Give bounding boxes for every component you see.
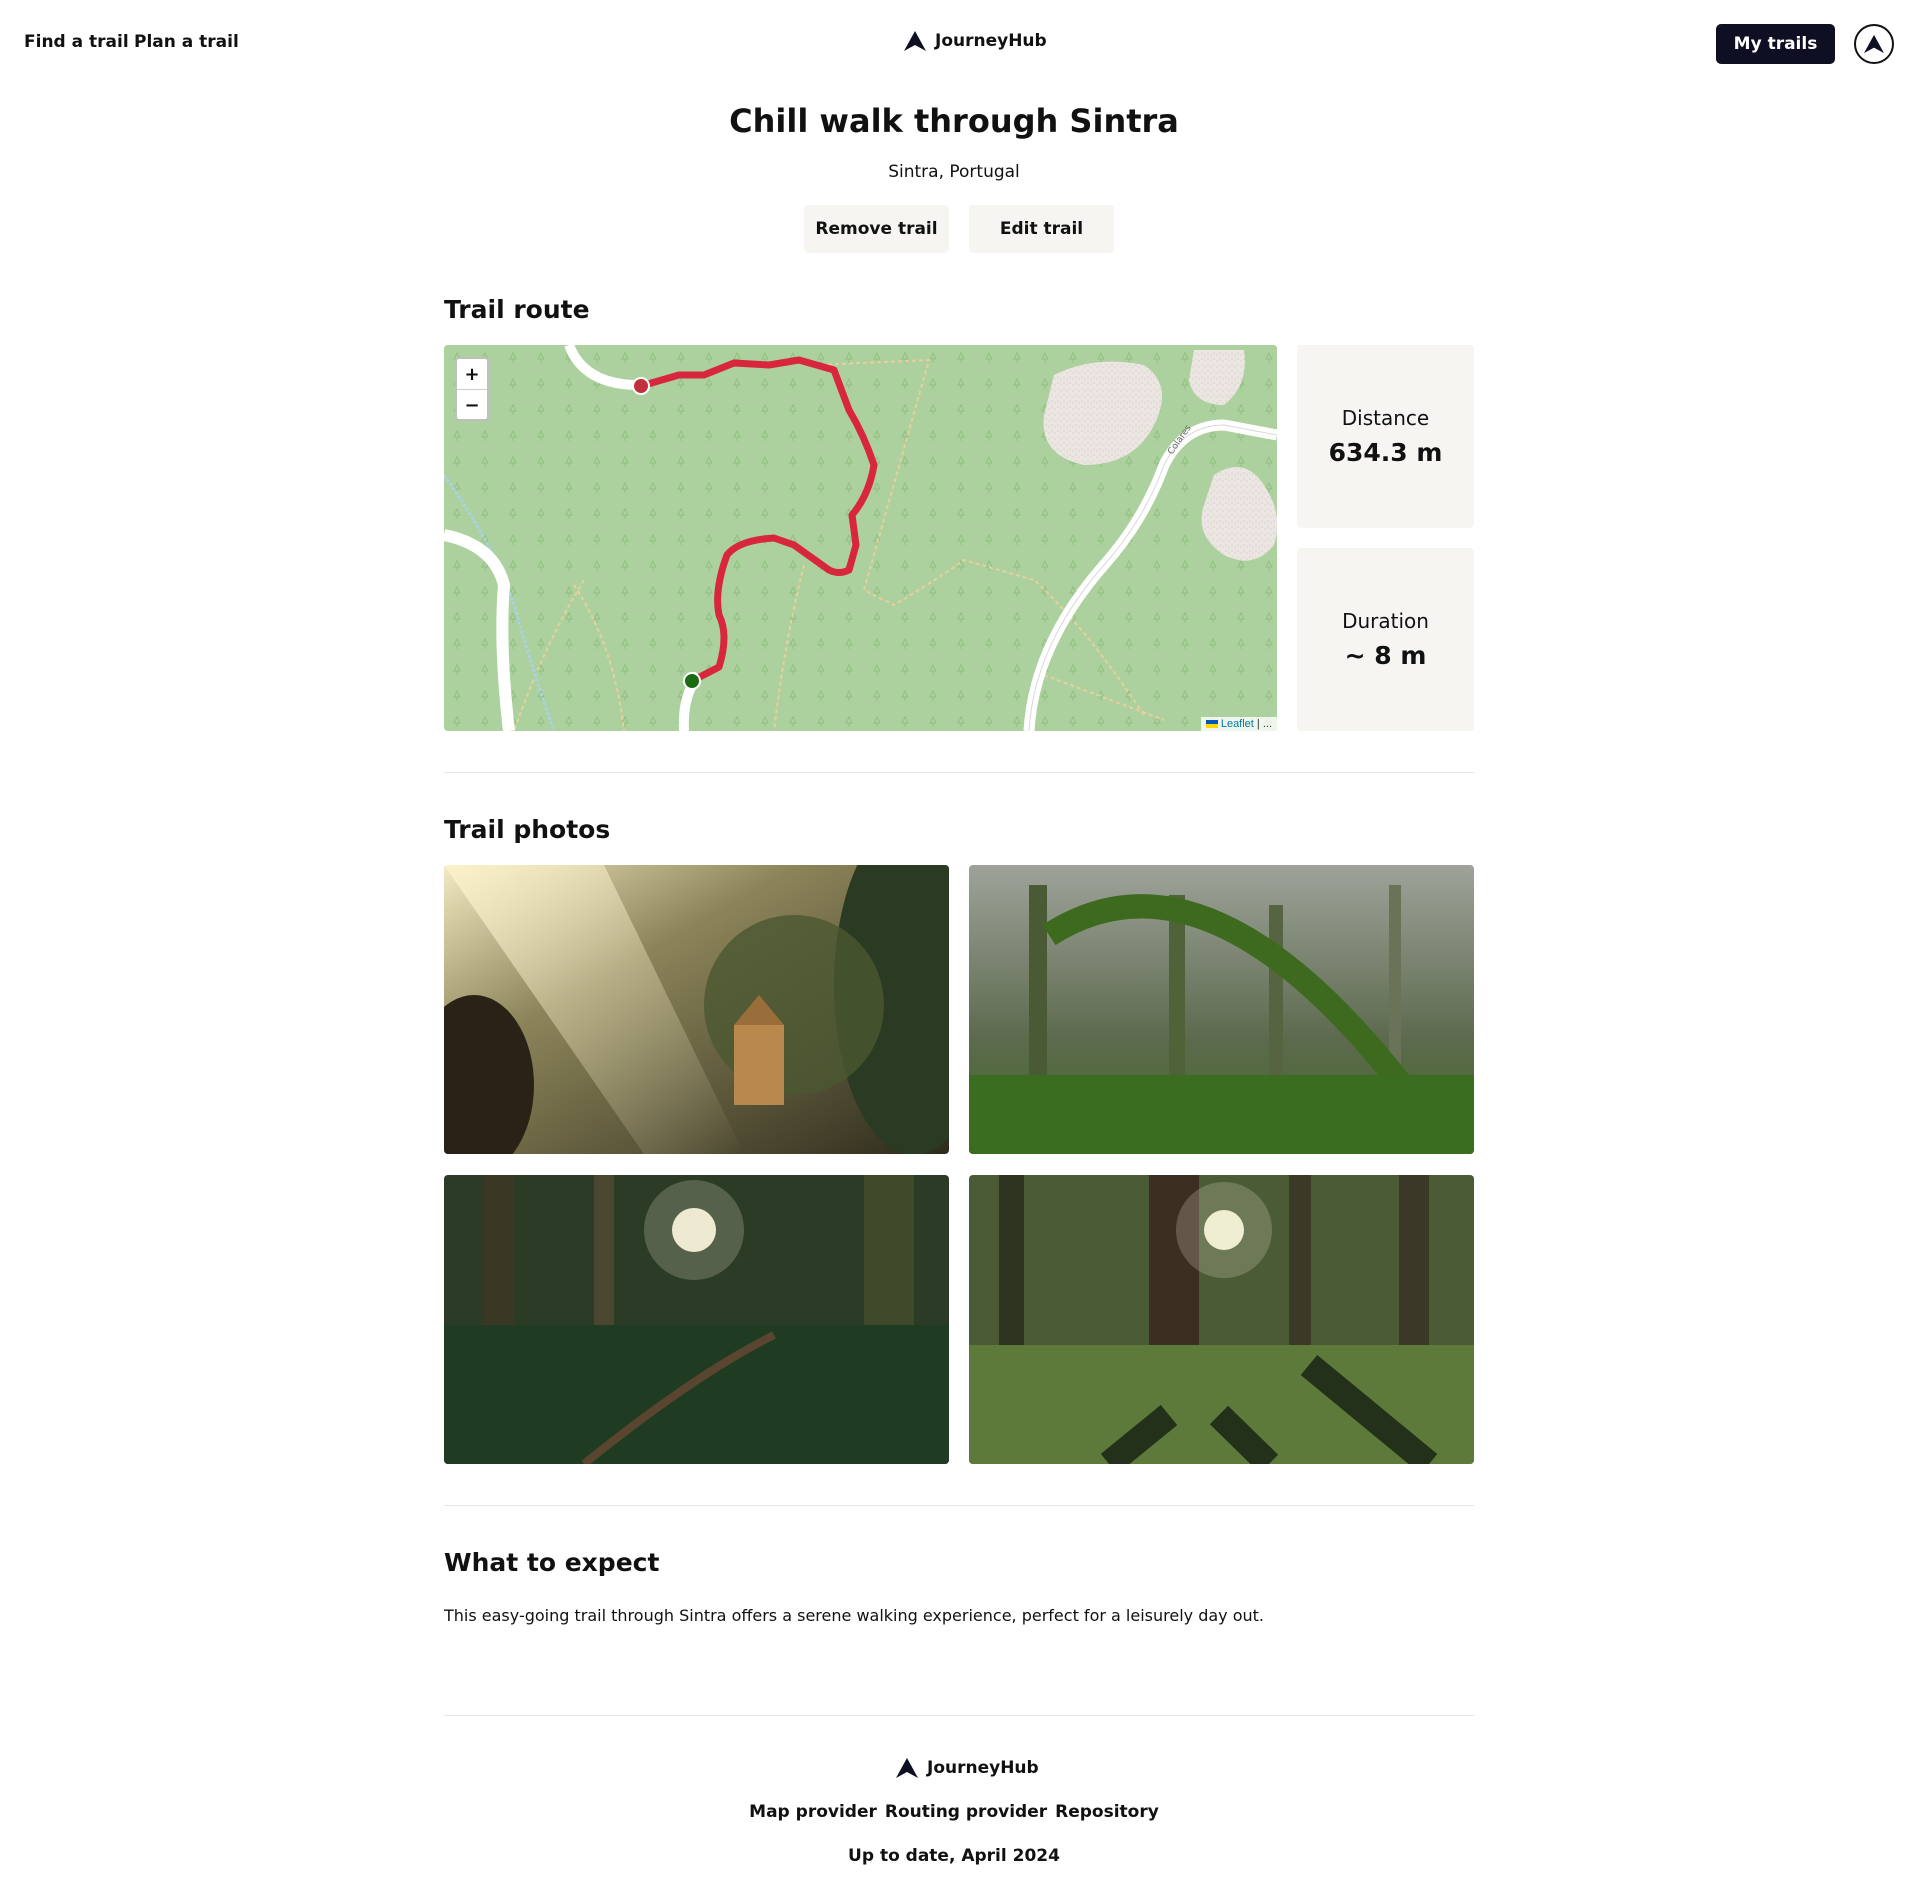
duration-value: ~ 8 m — [1344, 641, 1427, 670]
trail-route-heading: Trail route — [444, 295, 590, 324]
mountain-logo-icon — [896, 1758, 918, 1778]
duration-label: Duration — [1342, 609, 1429, 633]
trail-photos-heading: Trail photos — [444, 815, 611, 844]
zoom-out-button[interactable]: − — [457, 390, 487, 420]
trail-description: This easy-going trail through Sintra off… — [444, 1606, 1264, 1625]
footer-links: Map provider Routing provider Repository — [0, 1802, 1908, 1822]
ukraine-flag-icon — [1205, 720, 1218, 729]
my-trails-button[interactable]: My trails — [1716, 24, 1835, 64]
distance-value: 634.3 m — [1328, 438, 1443, 467]
brand-logo[interactable]: JourneyHub — [903, 30, 1047, 52]
map-tiles: Colares — [444, 345, 1277, 731]
ivy-arch-forest-photo[interactable] — [969, 865, 1474, 1154]
sunlit-palace-forest-photo[interactable] — [444, 865, 949, 1154]
trail-location: Sintra, Portugal — [888, 162, 1020, 182]
map-provider-link[interactable]: Map provider — [749, 1802, 877, 1822]
map-attribution: Leaflet | ... — [1200, 717, 1277, 731]
forest-shadows-sunburst-photo[interactable] — [969, 1175, 1474, 1464]
mountain-logo-icon — [1864, 34, 1884, 54]
nav-find-a-trail[interactable]: Find a trail — [24, 32, 129, 52]
zoom-in-button[interactable]: + — [457, 359, 487, 390]
duration-card: Duration ~ 8 m — [1297, 548, 1474, 731]
section-divider — [444, 1505, 1474, 1506]
end-marker[interactable] — [632, 377, 650, 395]
routing-provider-link[interactable]: Routing provider — [885, 1802, 1047, 1822]
page-title: Chill walk through Sintra — [729, 102, 1179, 140]
leaflet-link[interactable]: Leaflet — [1221, 718, 1254, 730]
distance-label: Distance — [1341, 406, 1430, 430]
nav-plan-a-trail[interactable]: Plan a trail — [134, 32, 239, 52]
edit-trail-button[interactable]: Edit trail — [969, 205, 1114, 253]
repository-link[interactable]: Repository — [1055, 1802, 1159, 1822]
footer-brand[interactable]: JourneyHub — [895, 1757, 1039, 1779]
mountain-logo-icon — [904, 31, 926, 51]
trail-map[interactable]: Colares + − Leaflet | ... — [444, 345, 1277, 731]
footer-divider — [444, 1715, 1474, 1716]
start-marker[interactable] — [683, 672, 701, 690]
attribution-ellipsis: | ... — [1253, 718, 1272, 730]
zoom-control: + − — [455, 357, 489, 421]
forest-path-sunburst-photo[interactable] — [444, 1175, 949, 1464]
top-navigation: Find a trail Plan a trail JourneyHub My … — [0, 0, 1908, 88]
last-updated: Up to date, April 2024 — [848, 1846, 1060, 1866]
remove-trail-button[interactable]: Remove trail — [804, 205, 949, 253]
profile-button[interactable] — [1854, 24, 1894, 64]
what-to-expect-heading: What to expect — [444, 1548, 660, 1577]
brand-name: JourneyHub — [935, 31, 1047, 51]
section-divider — [444, 772, 1474, 773]
footer-brand-name: JourneyHub — [927, 1758, 1039, 1778]
distance-card: Distance 634.3 m — [1297, 345, 1474, 528]
